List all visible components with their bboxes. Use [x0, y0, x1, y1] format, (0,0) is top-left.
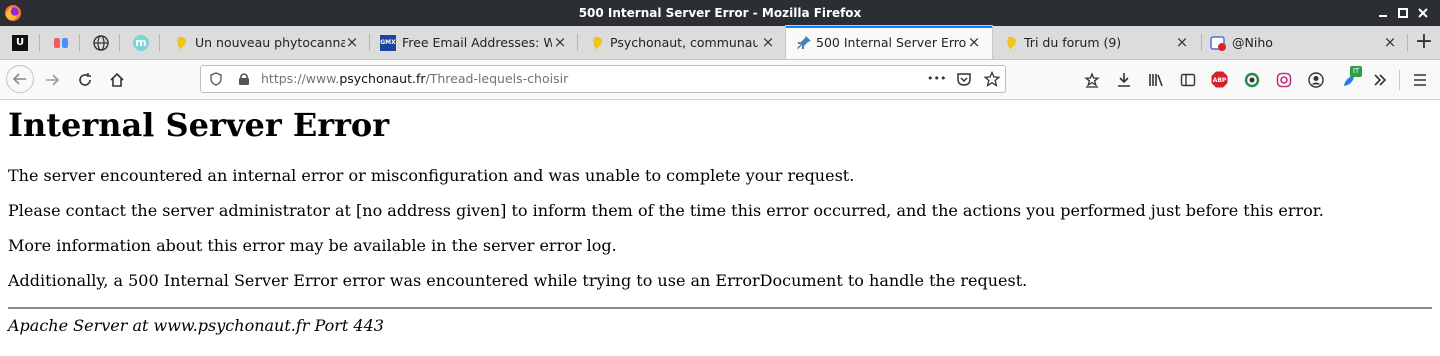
forward-arrow-icon	[46, 74, 60, 86]
tab-label: Free Email Addresses: We	[402, 35, 552, 50]
new-tab-button[interactable]: +	[1410, 26, 1438, 59]
divider	[8, 307, 1432, 309]
download-icon	[1118, 73, 1130, 87]
url-path: /Thread-lequels-choisir	[425, 71, 569, 86]
sidebar-button[interactable]	[1174, 66, 1202, 94]
close-tab-icon[interactable]: ×	[1382, 34, 1398, 50]
minimize-icon[interactable]	[1374, 4, 1392, 22]
close-tab-icon[interactable]: ×	[344, 34, 360, 50]
library-button[interactable]	[1142, 66, 1170, 94]
back-arrow-icon	[12, 73, 26, 85]
app-icon	[54, 38, 68, 48]
adblock-plus-button[interactable]: ABP	[1206, 66, 1234, 94]
account-icon	[1308, 72, 1324, 88]
reload-button[interactable]	[71, 66, 99, 94]
psychonaut-icon	[177, 36, 186, 50]
page-title: Internal Server Error	[8, 106, 390, 144]
shield-icon[interactable]	[209, 72, 223, 86]
error-message: The server encountered an internal error…	[8, 166, 855, 185]
close-icon[interactable]	[1414, 4, 1432, 22]
url-bar[interactable]: https://www.psychonaut.fr/Thread-lequels…	[200, 65, 1006, 93]
url-text[interactable]: https://www.psychonaut.fr/Thread-lequels…	[261, 66, 568, 92]
downloads-button[interactable]	[1110, 66, 1138, 94]
account-button[interactable]	[1302, 66, 1330, 94]
tab-phytocannab[interactable]: Un nouveau phytocannab ×	[162, 26, 370, 59]
main-menu-button[interactable]	[1406, 66, 1434, 94]
extension-button[interactable]	[1238, 66, 1266, 94]
home-icon	[110, 72, 124, 87]
tab-label: Un nouveau phytocannab	[195, 35, 345, 50]
psychonaut-icon	[1007, 36, 1016, 50]
overflow-menu-button[interactable]	[1366, 66, 1394, 94]
star-list-icon	[1084, 72, 1100, 88]
url-prefix: https://www.	[261, 71, 340, 86]
tab-label: Psychonaut, communauté	[610, 35, 758, 50]
tab-label: 500 Internal Server Error	[816, 35, 966, 50]
close-tab-icon[interactable]: ×	[760, 34, 776, 50]
pinned-tab-globe[interactable]	[80, 26, 120, 59]
page-content: Internal Server Error The server encount…	[0, 100, 1440, 356]
pin-tool-icon	[797, 36, 811, 49]
pinned-tab-app[interactable]	[40, 26, 80, 59]
close-tab-icon[interactable]: ×	[966, 34, 982, 50]
lock-icon[interactable]	[237, 72, 251, 86]
log-message: More information about this error may be…	[8, 236, 617, 255]
nav-toolbar: https://www.psychonaut.fr/Thread-lequels…	[0, 60, 1440, 100]
forward-button[interactable]	[38, 66, 66, 94]
tab-psychonaut[interactable]: Psychonaut, communauté ×	[578, 26, 786, 59]
maximize-icon[interactable]	[1394, 4, 1412, 22]
library-icon	[1149, 74, 1163, 87]
pinned-tab-unsplash[interactable]: U	[0, 26, 40, 59]
extension-badge: IT	[1350, 66, 1362, 77]
tab-500-error[interactable]: 500 Internal Server Error ×	[786, 26, 992, 59]
title-bar: 500 Internal Server Error - Mozilla Fire…	[0, 0, 1440, 26]
extension-button[interactable]	[1270, 66, 1298, 94]
hamburger-menu-icon	[1414, 74, 1426, 86]
home-button[interactable]	[103, 66, 131, 94]
contact-message: Please contact the server administrator …	[8, 201, 1324, 220]
u-icon: U	[12, 35, 28, 51]
gmx-icon: GMX	[380, 35, 396, 51]
chevron-double-right-icon	[1374, 74, 1387, 86]
bookmark-star-icon[interactable]	[984, 71, 1000, 87]
globe-icon	[93, 35, 109, 51]
tab-tri-du-forum[interactable]: Tri du forum (9) ×	[994, 26, 1202, 59]
calendar-record-icon	[1210, 36, 1226, 51]
close-tab-icon[interactable]: ×	[1174, 34, 1190, 50]
tab-label: Tri du forum (9)	[1024, 35, 1122, 50]
toolbar-separator	[1399, 70, 1400, 90]
reading-list-button[interactable]	[1078, 66, 1106, 94]
m-icon: m	[133, 35, 149, 51]
page-actions-icon[interactable]: •••	[927, 66, 946, 92]
instagram-icon	[1276, 72, 1292, 88]
errordocument-message: Additionally, a 500 Internal Server Erro…	[8, 271, 1028, 290]
url-domain: psychonaut.fr	[339, 71, 426, 86]
reload-icon	[79, 73, 91, 86]
pocket-icon[interactable]	[956, 71, 972, 87]
extension-button[interactable]: IT	[1336, 66, 1364, 94]
refresh-circle-icon	[1244, 72, 1260, 88]
tab-niho[interactable]: @Niho ×	[1202, 26, 1408, 59]
tab-free-email[interactable]: GMX Free Email Addresses: We ×	[370, 26, 578, 59]
back-button[interactable]	[6, 65, 34, 93]
close-tab-icon[interactable]: ×	[552, 34, 568, 50]
server-signature: Apache Server at www.psychonaut.fr Port …	[8, 316, 384, 335]
abp-icon: ABP	[1211, 71, 1228, 88]
tab-label: @Niho	[1232, 35, 1273, 50]
pinned-tab-m[interactable]: m	[120, 26, 160, 59]
window-title: 500 Internal Server Error - Mozilla Fire…	[578, 6, 862, 20]
tab-strip: U m Un nouveau phytocannab × GMX Free Em…	[0, 26, 1440, 60]
psychonaut-icon	[593, 36, 602, 50]
sidebar-icon	[1180, 73, 1196, 87]
abp-label: ABP	[1213, 77, 1227, 84]
